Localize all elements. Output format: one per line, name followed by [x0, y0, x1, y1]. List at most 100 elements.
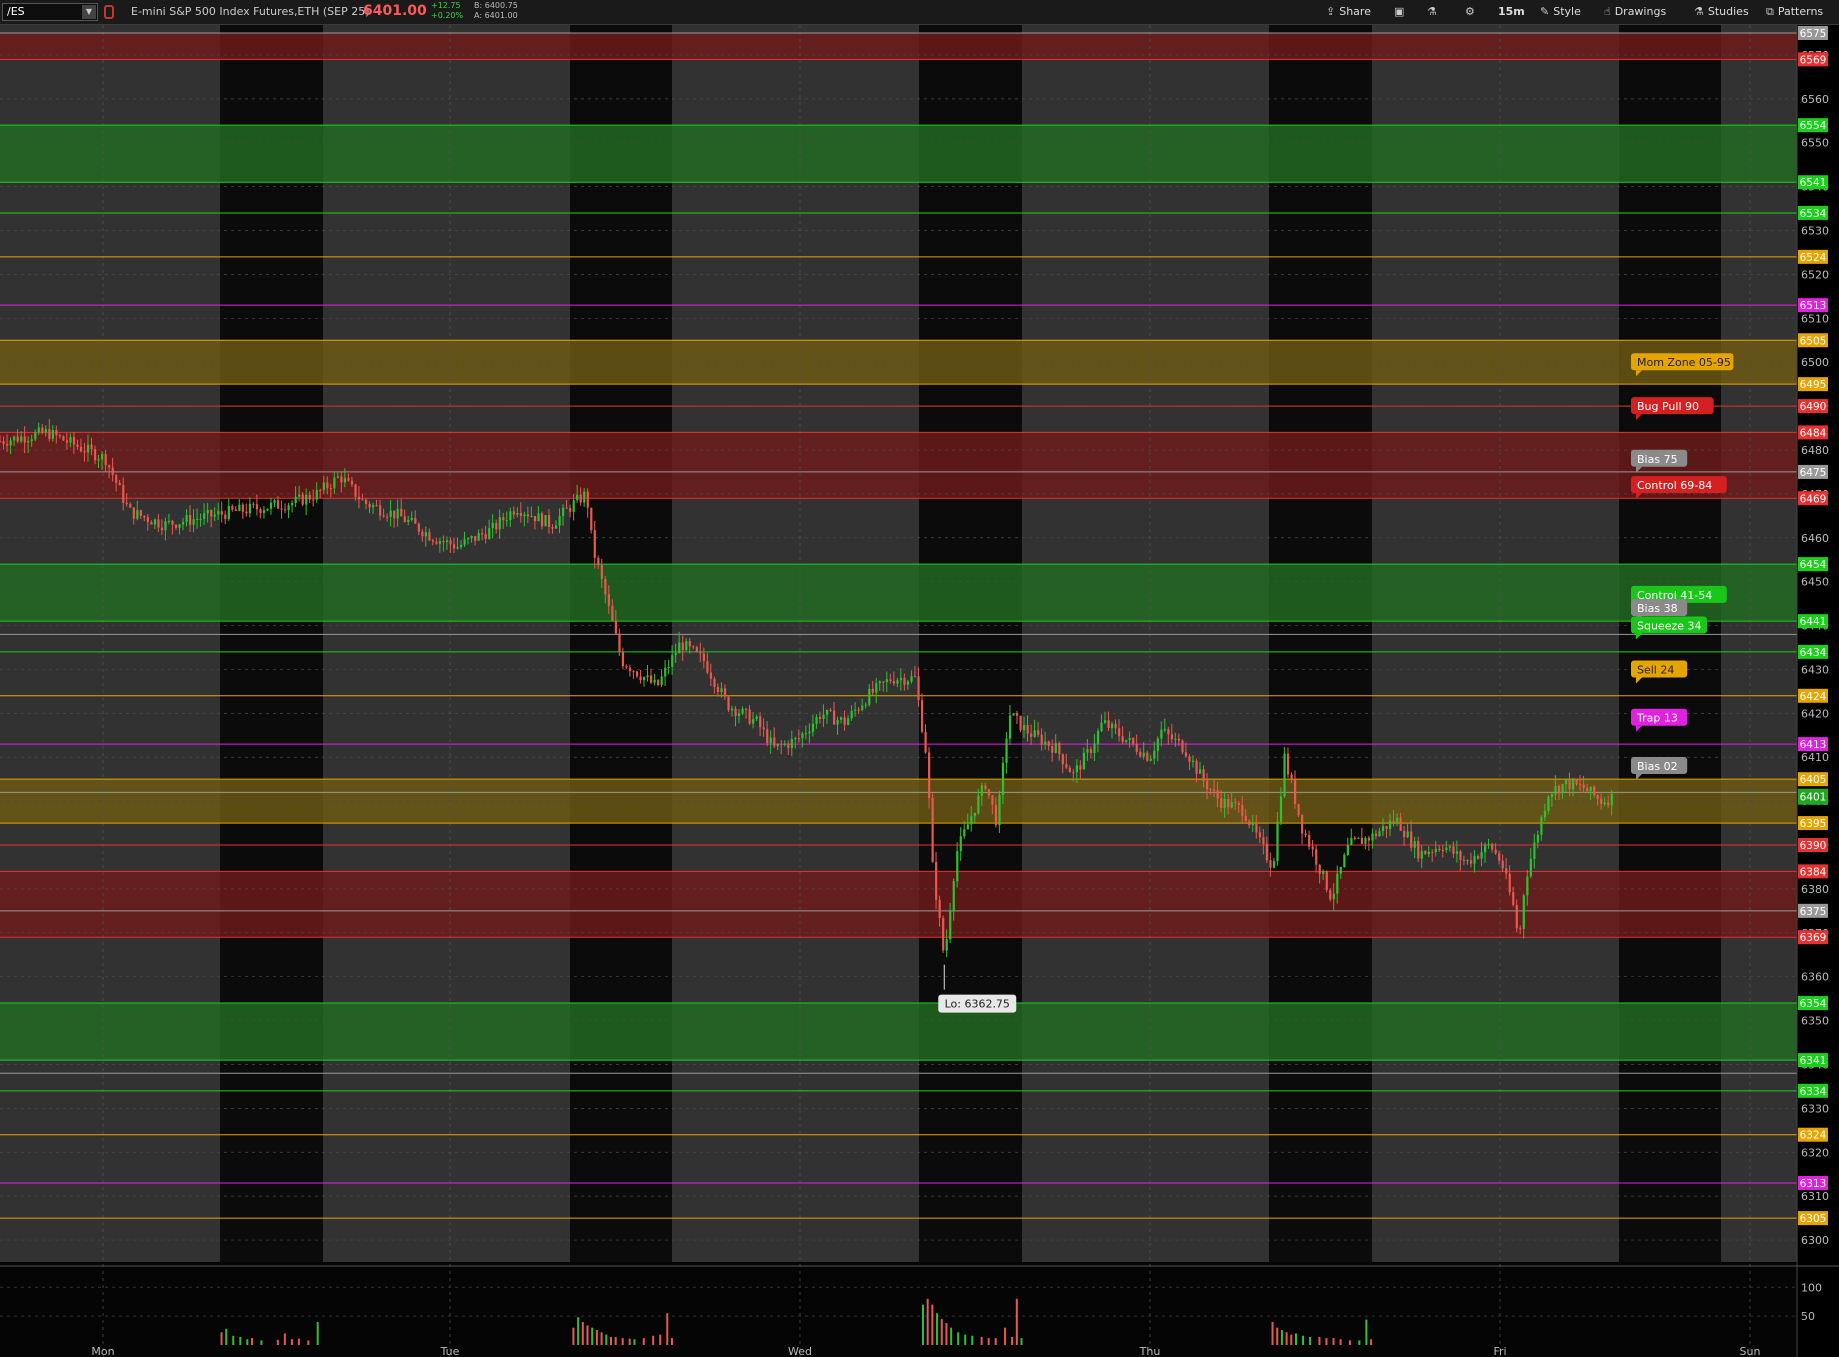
volume-bar [1285, 1332, 1288, 1345]
candle-body [2, 441, 5, 444]
volume-bar [1015, 1298, 1018, 1345]
volume-bar [1365, 1319, 1368, 1345]
volume-bar [220, 1332, 223, 1345]
candle-body [1279, 796, 1283, 822]
candle-body [1269, 860, 1272, 868]
timeframe-button[interactable]: 15m [1498, 3, 1525, 21]
candle-body [30, 439, 33, 441]
candle-body [421, 531, 424, 537]
price-tick-label: 6320 [1801, 1146, 1829, 1159]
candle-body [34, 432, 37, 440]
alert-icon[interactable] [104, 5, 114, 19]
candle-body [1213, 789, 1216, 791]
candle-body [755, 716, 758, 719]
candle-body [991, 795, 994, 805]
candle-body [699, 651, 702, 654]
candle-body [1047, 741, 1050, 747]
candle-body [48, 429, 51, 440]
candle-body [1230, 801, 1233, 808]
candle-body [1135, 743, 1138, 752]
candle-body [245, 511, 248, 514]
price-tick-label: 6300 [1801, 1234, 1829, 1247]
candle-body [1339, 867, 1342, 874]
candle-body [635, 671, 639, 677]
study-tag-label: Bug Pull 90 [1637, 400, 1699, 413]
candle-body [537, 513, 540, 522]
studies-button[interactable]: ⚗ Studies [1694, 3, 1749, 21]
candle-body [431, 540, 435, 542]
share-button[interactable]: ⇪ Share [1326, 3, 1371, 21]
level-price-label: 6575 [1800, 28, 1827, 40]
candle-body [340, 476, 343, 483]
timeframe-label: 15m [1498, 5, 1525, 18]
candle-body [1610, 793, 1613, 806]
volume-bar [251, 1338, 254, 1345]
candle-body [861, 705, 864, 710]
flask-button[interactable]: ⚗ [1427, 3, 1441, 21]
candle-body [551, 527, 554, 529]
candle-body [850, 710, 853, 719]
percent-change-value: +0.20% [431, 11, 464, 20]
volume-bar [581, 1321, 584, 1345]
price-zone [0, 564, 1797, 622]
candle-body [16, 436, 19, 442]
candle-body [329, 488, 332, 490]
candle-body [1315, 849, 1318, 865]
candle-body [238, 504, 241, 511]
candle-body [920, 700, 924, 732]
candle-body [804, 733, 808, 735]
price-tick-label: 6410 [1801, 751, 1829, 764]
volume-bar [633, 1339, 636, 1345]
candle-body [1308, 835, 1311, 847]
volume-bar [1276, 1327, 1279, 1345]
chevron-down-icon[interactable]: ▼ [82, 5, 96, 19]
candle-body [569, 508, 572, 512]
candle-body [833, 710, 836, 725]
volume-bar [591, 1327, 594, 1345]
candle-body [153, 519, 157, 525]
style-button[interactable]: ✎ Style [1540, 3, 1581, 21]
candle-body [625, 666, 628, 668]
candle-body [847, 718, 850, 725]
candle-body [509, 511, 512, 521]
candle-body [762, 727, 765, 730]
level-price-label: 6369 [1800, 932, 1827, 944]
volume-bar [1020, 1338, 1023, 1345]
candle-body [1033, 730, 1036, 737]
candle-body [463, 539, 466, 545]
candle-body [987, 789, 991, 796]
candle-body [1241, 804, 1244, 816]
volume-bar [572, 1327, 575, 1345]
volume-tick-label: 50 [1801, 1310, 1815, 1323]
candle-body [1575, 779, 1578, 785]
price-tick-label: 6450 [1801, 576, 1829, 589]
symbol-selector[interactable]: /ES ▼ [2, 3, 98, 21]
candle-body [579, 494, 582, 503]
level-price-label: 6324 [1800, 1130, 1827, 1142]
price-chart[interactable]: Lo: 6362.75 Mom Zone 05-95 Bug Pull 90 Bias… [0, 25, 1839, 1357]
candle-body [1494, 849, 1497, 854]
volume-tick-label: 100 [1801, 1281, 1822, 1294]
candle-body [122, 485, 125, 503]
volume-bar [316, 1321, 319, 1345]
candle-body [1255, 822, 1258, 833]
candle-body [716, 686, 720, 693]
net-change: +12.75 +0.20% [431, 1, 463, 21]
candle-body [825, 709, 829, 715]
candle-body [456, 547, 459, 549]
candle-body [132, 507, 135, 519]
snapshot-button[interactable]: ▣ [1394, 3, 1408, 21]
candle-body [498, 517, 501, 530]
candle-body [674, 653, 677, 656]
price-tick-label: 6360 [1801, 971, 1829, 984]
drawings-button[interactable]: ☝ Drawings [1604, 3, 1666, 21]
level-price-label: 6524 [1800, 252, 1827, 264]
volume-bar [1332, 1338, 1335, 1345]
candle-body [368, 504, 371, 508]
day-label: Fri [1493, 1345, 1506, 1357]
settings-button[interactable]: ⚙ [1465, 3, 1479, 21]
volume-bar [980, 1336, 983, 1345]
patterns-button[interactable]: ⧉ Patterns [1766, 3, 1823, 21]
candle-body [284, 509, 287, 511]
level-price-label: 6534 [1800, 208, 1827, 220]
